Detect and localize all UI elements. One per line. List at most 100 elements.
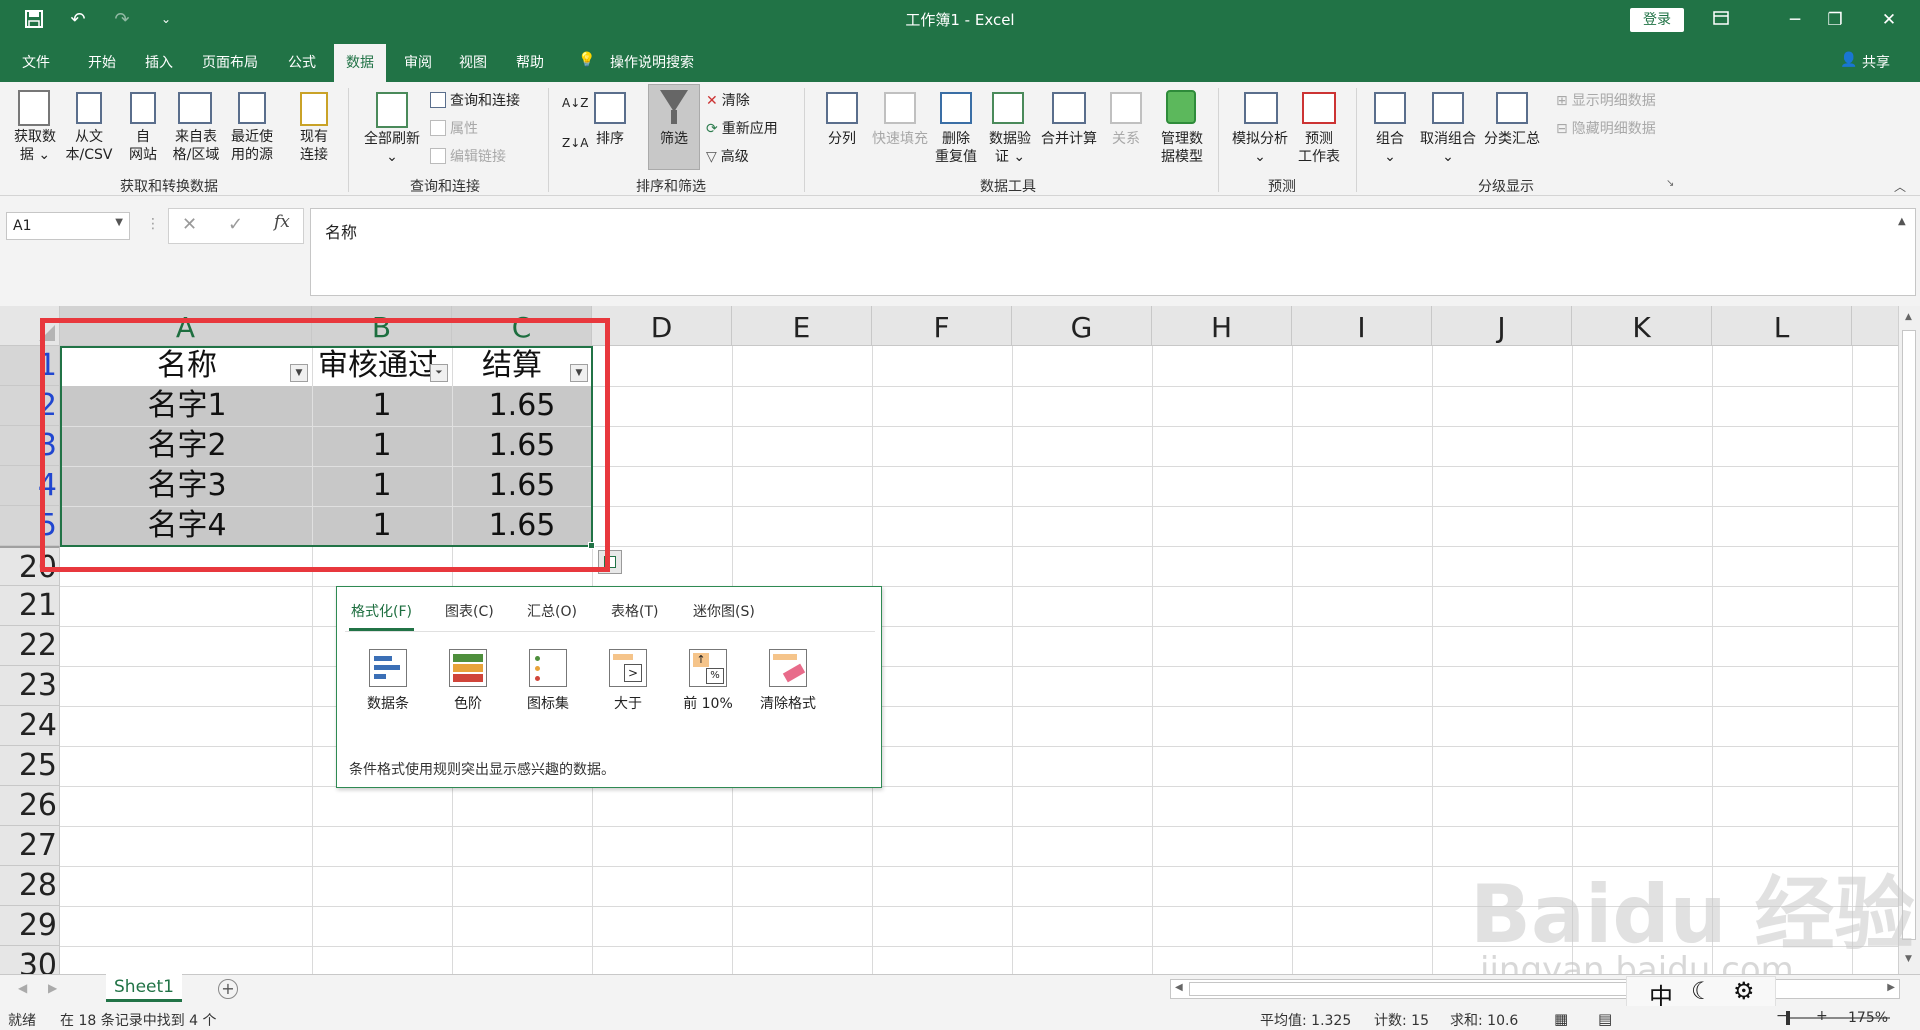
col-header-l[interactable]: L <box>1712 306 1852 346</box>
queries-connections-button[interactable]: 查询和连接 <box>430 90 520 110</box>
subtotal-button[interactable]: 分类汇总 <box>1480 130 1544 148</box>
qa-tab-formatting[interactable]: 格式化(F) <box>349 601 414 631</box>
enter-icon[interactable]: ✓ <box>228 214 243 235</box>
row-header-28[interactable]: 28 <box>0 866 60 906</box>
share-button[interactable]: 共享 <box>1862 52 1890 72</box>
qa-data-bars[interactable]: 数据条 <box>353 649 423 713</box>
minimize-button[interactable]: ─ <box>1780 6 1810 34</box>
zoom-slider-thumb[interactable] <box>1786 1011 1790 1025</box>
page-layout-view-icon[interactable]: ▤ <box>1598 1010 1612 1028</box>
qa-color-scale[interactable]: 色阶 <box>433 649 503 713</box>
properties-button: 属性 <box>430 118 478 138</box>
col-header-d[interactable]: D <box>592 306 732 346</box>
qa-greater-than[interactable]: > 大于 <box>593 649 663 713</box>
row-header-24[interactable]: 24 <box>0 706 60 746</box>
tab-data[interactable]: 数据 <box>334 44 386 82</box>
tab-help[interactable]: 帮助 <box>516 52 544 72</box>
tab-home[interactable]: 开始 <box>88 52 116 72</box>
vertical-scroll-thumb[interactable] <box>1902 330 1916 940</box>
row-header-22[interactable]: 22 <box>0 626 60 666</box>
clear-filter-button[interactable]: ✕ 清除 <box>706 90 750 110</box>
qa-icon-set[interactable]: 图标集 <box>513 649 583 713</box>
row-header-26[interactable]: 26 <box>0 786 60 826</box>
name-box[interactable]: A1 ▼ <box>6 212 130 240</box>
tell-me-search[interactable]: 操作说明搜索 <box>610 52 694 72</box>
text-to-columns-button[interactable]: 分列 <box>820 130 864 148</box>
more-icon: ⋮ <box>146 216 160 232</box>
existing-connections-button[interactable]: 现有 连接 <box>290 128 338 164</box>
tab-view[interactable]: 视图 <box>459 52 487 72</box>
manage-data-model-button[interactable]: 管理数 据模型 <box>1154 130 1210 166</box>
expand-formula-icon[interactable]: ▲ <box>1898 216 1906 227</box>
moon-icon[interactable]: ☾ <box>1691 977 1713 1005</box>
close-button[interactable]: ✕ <box>1874 6 1904 34</box>
col-header-m[interactable] <box>1852 306 1900 346</box>
data-validation-button[interactable]: 数据验 证 ⌄ <box>982 130 1038 166</box>
scroll-up-icon[interactable]: ▲ <box>1905 312 1912 322</box>
insert-function-icon[interactable]: fx <box>274 212 290 232</box>
scroll-left-icon[interactable]: ◀ <box>1175 982 1183 993</box>
tab-file[interactable]: 文件 <box>22 52 50 72</box>
ribbon-display-icon[interactable] <box>1706 6 1736 34</box>
from-web-button[interactable]: 自 网站 <box>124 128 162 164</box>
dialog-launcher-icon[interactable]: ↘ <box>1666 178 1674 189</box>
filter-button[interactable]: 筛选 <box>650 130 698 148</box>
sort-button[interactable]: 排序 <box>590 130 630 148</box>
recent-sources-button[interactable]: 最近使 用的源 <box>224 128 280 164</box>
sort-za-icon[interactable]: Z↓A <box>562 136 588 150</box>
group-button[interactable]: 组合 ⌄ <box>1366 130 1414 166</box>
prev-sheet-icon[interactable]: ◀ <box>18 981 27 995</box>
horizontal-scrollbar[interactable]: ◀ ▶ <box>1170 979 1900 999</box>
col-header-i[interactable]: I <box>1292 306 1432 346</box>
remove-duplicates-button[interactable]: 删除 重复值 <box>930 130 982 166</box>
col-header-k[interactable]: K <box>1572 306 1712 346</box>
row-header-21[interactable]: 21 <box>0 586 60 626</box>
ungroup-button[interactable]: 取消组合 ⌄ <box>1416 130 1480 166</box>
col-header-h[interactable]: H <box>1152 306 1292 346</box>
name-box-dropdown-icon[interactable]: ▼ <box>115 217 123 228</box>
scroll-right-icon[interactable]: ▶ <box>1887 982 1895 993</box>
qa-tab-sparklines[interactable]: 迷你图(S) <box>693 601 755 621</box>
forecast-sheet-button[interactable]: 预测 工作表 <box>1292 130 1346 166</box>
row-header-29[interactable]: 29 <box>0 906 60 946</box>
qa-tab-charts[interactable]: 图表(C) <box>445 601 494 621</box>
reapply-button[interactable]: ⟳ 重新应用 <box>706 118 778 138</box>
col-header-e[interactable]: E <box>732 306 872 346</box>
row-header-23[interactable]: 23 <box>0 666 60 706</box>
qa-tab-totals[interactable]: 汇总(O) <box>527 601 577 621</box>
from-csv-button[interactable]: 从文 本/CSV <box>62 128 116 164</box>
col-header-j[interactable]: J <box>1432 306 1572 346</box>
sort-az-icon[interactable]: A↓Z <box>562 96 588 110</box>
advanced-filter-button[interactable]: ▽ 高级 <box>706 146 749 166</box>
what-if-analysis-button[interactable]: 模拟分析 ⌄ <box>1226 130 1294 166</box>
consolidate-button[interactable]: 合并计算 <box>1036 130 1102 148</box>
zoom-in-icon[interactable]: + <box>1816 1008 1828 1024</box>
tab-formulas[interactable]: 公式 <box>288 52 316 72</box>
refresh-all-button[interactable]: 全部刷新 ⌄ <box>356 130 428 166</box>
gear-icon[interactable]: ⚙ <box>1733 977 1755 1005</box>
restore-button[interactable]: ❐ <box>1820 6 1850 34</box>
qa-clear-format[interactable]: 清除格式 <box>753 649 823 713</box>
login-button[interactable]: 登录 <box>1630 8 1684 32</box>
zoom-level[interactable]: 175% <box>1848 1010 1888 1026</box>
sheet-tab-sheet1[interactable]: Sheet1 <box>106 974 182 1002</box>
tab-page-layout[interactable]: 页面布局 <box>202 52 258 72</box>
from-table-button[interactable]: 来自表 格/区域 <box>168 128 224 164</box>
row-header-25[interactable]: 25 <box>0 746 60 786</box>
qa-tab-tables[interactable]: 表格(T) <box>611 601 658 621</box>
add-sheet-button[interactable]: + <box>218 979 238 999</box>
cancel-icon[interactable]: ✕ <box>182 214 197 235</box>
col-header-g[interactable]: G <box>1012 306 1152 346</box>
formula-input[interactable]: 名称 <box>310 208 1916 296</box>
col-header-f[interactable]: F <box>872 306 1012 346</box>
row-header-27[interactable]: 27 <box>0 826 60 866</box>
next-sheet-icon[interactable]: ▶ <box>48 981 57 995</box>
horizontal-scroll-thumb[interactable] <box>1189 982 1689 996</box>
row-header-30[interactable]: 30 <box>0 946 60 974</box>
tab-insert[interactable]: 插入 <box>145 52 173 72</box>
tab-review[interactable]: 审阅 <box>404 52 432 72</box>
normal-view-icon[interactable]: ▦ <box>1554 1010 1568 1028</box>
collapse-ribbon-icon[interactable]: ︿ <box>1894 178 1906 195</box>
get-data-button[interactable]: 获取数 据 ⌄ <box>8 128 62 164</box>
qa-top-10[interactable]: ↑ % 前 10% <box>673 649 743 713</box>
